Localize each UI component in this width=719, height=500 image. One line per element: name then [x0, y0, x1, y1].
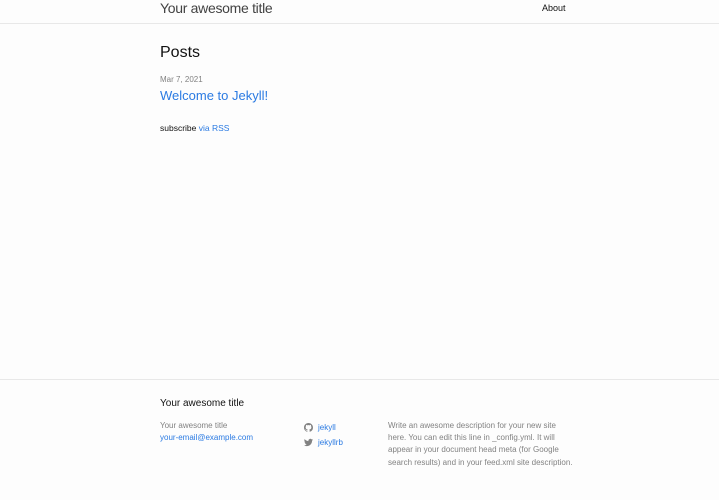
social-twitter-link[interactable]: jekyllrb: [304, 435, 343, 450]
post-list-heading: Posts: [160, 44, 201, 61]
footer-contact: Your awesome title your-email@example.co…: [160, 420, 253, 444]
footer-email-link[interactable]: your-email@example.com: [160, 432, 253, 444]
rss-prefix: subscribe: [160, 123, 197, 133]
footer-heading: Your awesome title: [160, 398, 245, 409]
rss-link[interactable]: via RSS: [199, 123, 230, 133]
social-twitter-label: jekyllrb: [318, 438, 343, 447]
footer-name: Your awesome title: [160, 421, 228, 430]
site-description: Write an awesome description for your ne…: [388, 421, 573, 467]
github-icon: [304, 423, 313, 432]
twitter-icon: [304, 438, 313, 447]
site-footer: Your awesome title Your awesome title yo…: [0, 379, 719, 500]
social-github-label: jekyll: [318, 423, 336, 432]
post-date: Mar 7, 2021: [160, 75, 203, 84]
social-github-link[interactable]: jekyll: [304, 420, 343, 435]
site-header: Your awesome title About: [0, 0, 719, 24]
site-title-link[interactable]: Your awesome title: [160, 0, 273, 17]
footer-social: jekyll jekyllrb: [304, 420, 343, 450]
rss-subscribe: subscribe via RSS: [160, 123, 229, 134]
post-title-link[interactable]: Welcome to Jekyll!: [160, 88, 268, 104]
nav-about-link[interactable]: About: [542, 3, 566, 14]
